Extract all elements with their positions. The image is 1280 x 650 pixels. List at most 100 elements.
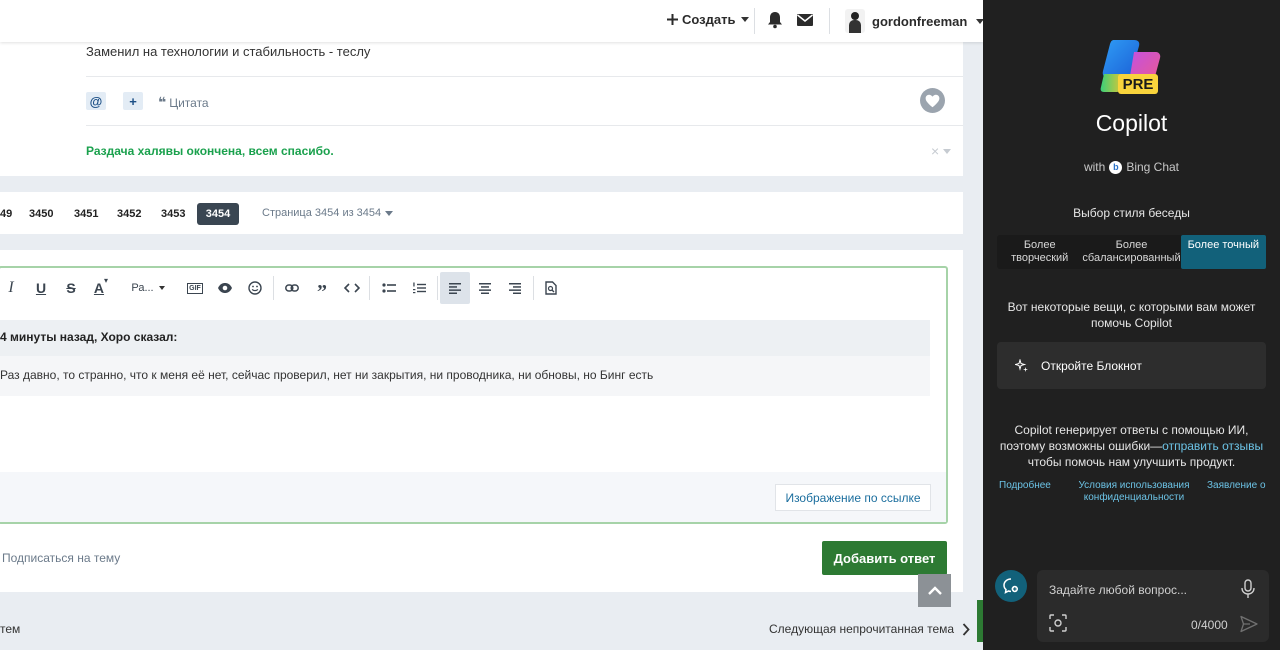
chevron-down-icon bbox=[976, 18, 983, 24]
copilot-logo-icon: PRE bbox=[1100, 40, 1161, 94]
next-unread-label: Следующая непрочитанная тема bbox=[769, 622, 955, 636]
pre-badge: PRE bbox=[1123, 76, 1154, 93]
previous-topic-link[interactable]: тем bbox=[0, 622, 20, 636]
terms-privacy-link[interactable]: Условия использования конфиденциальности bbox=[1072, 480, 1196, 504]
eye-icon bbox=[218, 283, 232, 293]
insert-image-url-button[interactable]: Изображение по ссылке bbox=[775, 484, 931, 511]
align-center-button[interactable] bbox=[470, 272, 500, 304]
quote-mark-icon: ❝ bbox=[158, 94, 167, 110]
editor-toolbar: I U S A ▾ Ра... GIF ” bbox=[0, 268, 946, 308]
copilot-sidebar: PRE Copilot with b Bing Chat Выбор стиля… bbox=[983, 0, 1280, 650]
preview-button[interactable] bbox=[536, 272, 566, 304]
next-unread-topic-link[interactable]: Следующая непрочитанная тема bbox=[769, 622, 970, 636]
reply-card: I U S A ▾ Ра... GIF ” 4 минуты назад, Хо… bbox=[0, 250, 963, 592]
new-topic-button[interactable] bbox=[995, 570, 1027, 602]
add-reply-button[interactable]: Добавить ответ bbox=[822, 541, 947, 575]
font-family-dropdown[interactable]: Ра... bbox=[126, 272, 170, 304]
bing-icon: b bbox=[1109, 160, 1123, 174]
with-label: with bbox=[1083, 160, 1106, 174]
code-icon bbox=[344, 283, 360, 293]
chevron-right-icon bbox=[962, 622, 970, 636]
rich-text-editor[interactable]: I U S A ▾ Ра... GIF ” 4 минуты назад, Хо… bbox=[0, 266, 948, 524]
chevron-down-icon bbox=[741, 17, 750, 22]
style-creative[interactable]: Более творческий bbox=[997, 235, 1082, 269]
gif-button[interactable]: GIF bbox=[180, 272, 210, 304]
conversation-style-title: Выбор стиля беседы bbox=[1073, 206, 1190, 220]
statement-link[interactable]: Заявление о bbox=[1207, 480, 1266, 492]
strikethrough-button[interactable]: S bbox=[56, 272, 86, 304]
top-navigation-bar: Создать gordonfreeman bbox=[0, 0, 983, 42]
chevron-down-icon bbox=[943, 148, 952, 154]
dismiss-notice-button[interactable]: × bbox=[931, 143, 952, 159]
numbered-list-button[interactable] bbox=[404, 272, 434, 304]
post-divider bbox=[86, 76, 963, 77]
quoted-block: 4 минуты назад, Хоро сказал: Раз давно, … bbox=[0, 320, 930, 396]
visual-search-icon[interactable] bbox=[1049, 614, 1067, 632]
smiley-icon bbox=[248, 281, 262, 295]
open-notebook-button[interactable]: Откройте Блокнот bbox=[997, 342, 1266, 389]
bing-chat-label: Bing Chat bbox=[1126, 160, 1180, 174]
ai-disclaimer: Copilot генерирует ответы с помощью ИИ, … bbox=[999, 422, 1264, 470]
send-feedback-link[interactable]: отправить отзывы bbox=[1162, 439, 1263, 453]
spoiler-button[interactable] bbox=[210, 272, 240, 304]
microphone-icon[interactable] bbox=[1239, 579, 1257, 599]
multiquote-button[interactable]: + bbox=[123, 92, 143, 110]
text-color-icon: A bbox=[93, 280, 105, 296]
giveaway-notice: Раздача халявы окончена, всем спасибо. bbox=[86, 144, 334, 158]
chevron-up-icon bbox=[927, 586, 942, 595]
powered-by: with b Bing Chat bbox=[983, 160, 1280, 174]
align-center-icon bbox=[479, 282, 491, 294]
conversation-style-selector: Более творческий Более сбалансированный … bbox=[997, 235, 1266, 269]
page-link[interactable]: 49 bbox=[0, 203, 20, 225]
like-button[interactable] bbox=[920, 88, 945, 113]
envelope-icon[interactable] bbox=[796, 11, 814, 29]
copilot-title: Copilot bbox=[1095, 110, 1168, 136]
post-text: Заменил на технологии и стабильность - т… bbox=[86, 44, 371, 59]
send-icon[interactable] bbox=[1240, 615, 1258, 633]
italic-icon: I bbox=[8, 279, 14, 296]
close-icon: × bbox=[931, 143, 940, 159]
link-button[interactable] bbox=[277, 272, 307, 304]
plus-icon bbox=[667, 14, 678, 25]
post-divider bbox=[86, 125, 963, 126]
text-color-button[interactable]: A ▾ bbox=[86, 272, 116, 304]
character-counter: 0/4000 bbox=[1191, 618, 1228, 632]
create-menu-button[interactable]: Создать bbox=[667, 12, 750, 27]
style-precise[interactable]: Более точный bbox=[1180, 235, 1266, 269]
divider bbox=[754, 8, 755, 34]
underline-icon: U bbox=[35, 280, 47, 296]
mention-button[interactable]: @ bbox=[86, 92, 106, 110]
chevron-down-icon bbox=[385, 210, 394, 216]
page-link[interactable]: 3451 bbox=[66, 203, 106, 225]
bullet-list-button[interactable] bbox=[374, 272, 404, 304]
link-icon bbox=[285, 284, 299, 292]
chat-input[interactable] bbox=[1049, 580, 1229, 600]
code-button[interactable] bbox=[337, 272, 367, 304]
style-balanced[interactable]: Более сбалансированный bbox=[1082, 235, 1180, 269]
chevron-down-icon bbox=[158, 286, 165, 290]
italic-button[interactable]: I bbox=[0, 272, 26, 304]
sparkle-icon bbox=[1015, 358, 1028, 372]
user-menu-button[interactable]: gordonfreeman bbox=[845, 9, 983, 33]
current-page[interactable]: 3454 bbox=[197, 203, 239, 225]
divider bbox=[829, 8, 830, 34]
emoji-button[interactable] bbox=[240, 272, 270, 304]
page-jump-dropdown[interactable]: Страница 3454 из 3454 bbox=[262, 207, 394, 219]
page-link[interactable]: 3452 bbox=[109, 203, 149, 225]
quote-icon: ” bbox=[317, 280, 327, 303]
numbered-list-icon bbox=[413, 282, 426, 294]
page-link[interactable]: 3453 bbox=[153, 203, 193, 225]
align-left-button[interactable] bbox=[440, 272, 470, 304]
page-link[interactable]: 3450 bbox=[21, 203, 61, 225]
quote-link[interactable]: ❝ Цитата bbox=[158, 94, 209, 111]
divider bbox=[437, 276, 438, 300]
bell-icon[interactable] bbox=[766, 11, 784, 29]
underline-button[interactable]: U bbox=[26, 272, 56, 304]
forum-page: Заменил на технологии и стабильность - т… bbox=[0, 0, 983, 650]
subscribe-topic-link[interactable]: Подписаться на тему bbox=[2, 551, 120, 565]
scroll-to-top-button[interactable] bbox=[918, 574, 951, 607]
quote-button[interactable]: ” bbox=[307, 272, 337, 304]
font-family-label: Ра... bbox=[131, 282, 154, 294]
align-right-button[interactable] bbox=[500, 272, 530, 304]
learn-more-link[interactable]: Подробнее bbox=[999, 480, 1051, 492]
